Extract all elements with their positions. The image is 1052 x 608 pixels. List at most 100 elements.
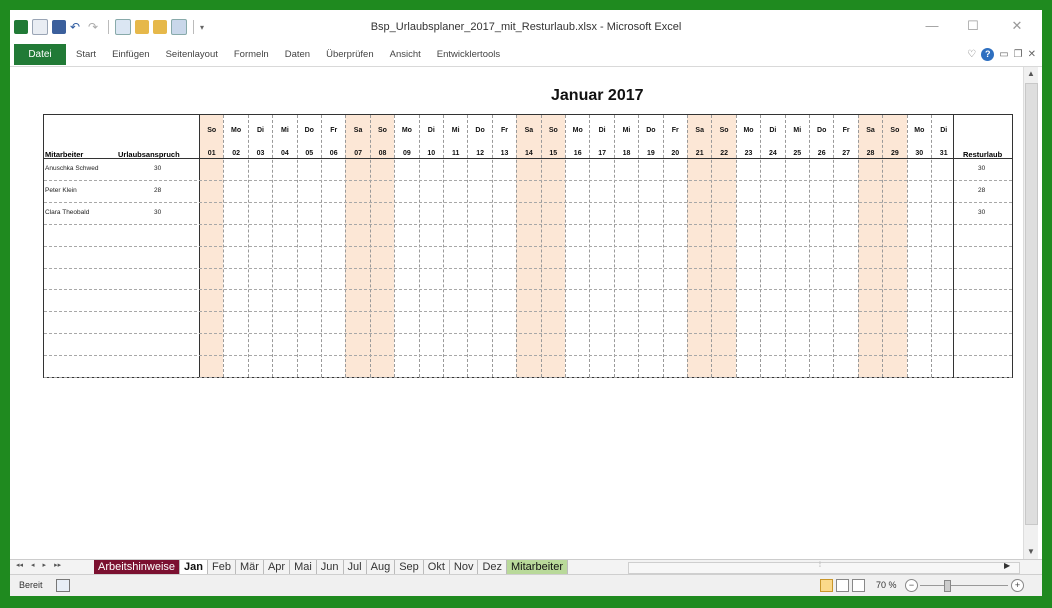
view-buttons [820,579,865,592]
weekday-label: Sa [695,127,704,134]
row-divider [44,223,1012,225]
employee-entitlement[interactable]: 30 [154,209,161,216]
zoom-slider-thumb[interactable] [944,580,951,592]
weekday-label: So [719,127,729,134]
row-divider [44,311,1012,313]
excel-window: ↶ ↷ ▾ Bsp_Urlaubsplaner_2017_mit_Resturl… [10,10,1042,596]
file-tab[interactable]: Datei [14,44,66,65]
row-divider [44,377,1012,378]
sheet-tab[interactable]: Jan [180,560,209,574]
sheet-tab[interactable]: Aug [366,560,396,574]
weekday-label: Fr [671,127,679,134]
sheet-nav-arrow-icon[interactable]: ◂ [31,561,35,569]
employee-name[interactable]: Anuschka Schwed [45,165,98,172]
page-break-view-button[interactable] [852,579,865,592]
weekday-label: Fr [500,127,508,134]
weekday-label: Fr [330,127,338,134]
zoom-slider[interactable] [920,585,1008,586]
sheet-tab[interactable]: Apr [263,560,291,574]
weekday-label: Di [769,127,777,134]
zoom-out-button[interactable]: − [905,579,918,592]
page-layout-view-button[interactable] [836,579,849,592]
day-number: 12 [476,150,484,157]
help-icon[interactable]: ? [981,48,995,61]
weekday-label: Do [475,127,485,134]
scroll-thumb[interactable] [1025,83,1038,525]
worksheet[interactable]: Januar 2017 Mitarbeiter Urlaubsanspruch … [14,67,1020,559]
sheet-tab[interactable]: Mitarbeiter [507,560,568,574]
sheet-tab[interactable]: Mär [235,560,264,574]
sheet-tab[interactable]: Jun [316,560,344,574]
sheet-tab[interactable]: Jul [343,560,367,574]
sheet-tabs-bar: ◂◂ ◂ ▸ ▸▸ Arbeitshinweise Jan Feb Mär Apr Mai Jun… [10,559,1042,574]
day-number: 03 [256,150,265,157]
ribbon-tab-2[interactable]: Seitenlayout [166,44,218,65]
day-number: 09 [402,150,411,157]
day-number: 31 [939,150,948,157]
workbook-close-icon[interactable]: ✕ [1028,49,1036,60]
weekday-label: Fr [842,127,850,134]
macro-record-icon[interactable] [56,579,70,592]
ribbon-tab-4[interactable]: Daten [285,44,310,65]
ribbon-tab-1[interactable]: Einfügen [112,44,150,65]
sheet-tab[interactable]: Feb [208,560,236,574]
scroll-right-icon[interactable]: ▶ [1004,561,1010,570]
zoom-level[interactable]: 70 % [876,580,897,590]
zoom-in-button[interactable]: + [1011,579,1024,592]
month-title: Januar 2017 [551,87,644,104]
ribbon-tabs: Datei Start Einfügen Seitenlayout Formeln Da… [10,44,1042,67]
day-number: 20 [671,150,680,157]
employee-rest[interactable]: 30 [978,209,985,216]
normal-view-button[interactable] [820,579,833,592]
sheet-tab[interactable]: Arbeitshinweise [94,560,181,574]
row-divider [44,289,1012,291]
employee-entitlement[interactable]: 30 [154,165,161,172]
sheet-tab[interactable]: Mai [290,560,317,574]
minimize-ribbon-icon[interactable]: ♡ [967,49,976,60]
sheet-nav-arrow-icon[interactable]: ▸▸ [54,561,61,569]
vacation-grid[interactable]: Mitarbeiter Urlaubsanspruch Resturlaub S… [43,114,1013,378]
day-number: 24 [768,150,777,157]
ribbon-tab-6[interactable]: Ansicht [390,44,421,65]
sheet-tab[interactable]: Sep [395,560,424,574]
sheet-nav-arrow-icon[interactable]: ▸ [43,561,47,569]
sheet-nav-buttons: ◂◂ ◂ ▸ ▸▸ [16,561,61,569]
weekday-label: Di [256,127,264,134]
workbook-minimize-icon[interactable]: ▭ [999,49,1008,60]
window-title: Bsp_Urlaubsplaner_2017_mit_Resturlaub.xl… [370,21,682,33]
day-number: 22 [720,150,728,157]
minimize-button[interactable]: — [922,18,942,33]
employee-name[interactable]: Clara Theobald [45,209,89,216]
weekday-label: Mo [401,127,412,134]
ribbon-tab-5[interactable]: Überprüfen [326,44,374,65]
close-button[interactable]: ✕ [1007,18,1027,34]
ribbon-tab-3[interactable]: Formeln [234,44,269,65]
status-bar: Bereit 70 % − + [10,574,1042,596]
sheet-tab[interactable]: Dez [478,560,508,574]
ribbon-tab-7[interactable]: Entwicklertools [437,44,500,65]
status-ready: Bereit [19,580,43,590]
employee-rest[interactable]: 28 [978,187,985,194]
sheet-nav-arrow-icon[interactable]: ◂◂ [16,561,23,569]
scroll-up-icon[interactable]: ▲ [1026,69,1036,79]
employee-name[interactable]: Peter Klein [45,187,77,194]
workbook-restore-icon[interactable]: ❐ [1014,49,1023,60]
vertical-scrollbar[interactable]: ▲ ▼ [1023,67,1038,559]
sheet-tab[interactable]: Okt [423,560,450,574]
weekday-label: So [378,127,387,134]
day-number: 19 [646,150,655,157]
day-number: 10 [427,150,436,157]
weekday-label: Mi [280,127,289,134]
row-divider [44,355,1012,357]
scroll-down-icon[interactable]: ▼ [1026,547,1036,557]
day-number: 04 [280,150,289,157]
day-number: 29 [890,150,899,157]
maximize-button[interactable]: ☐ [963,18,983,34]
horizontal-scrollbar[interactable]: ⁞ [628,562,1020,574]
ribbon-tab-0[interactable]: Start [76,44,96,65]
employee-entitlement[interactable]: 28 [154,187,161,194]
row-divider [44,267,1012,269]
day-number: 14 [524,150,533,157]
sheet-tab[interactable]: Nov [449,560,479,574]
employee-rest[interactable]: 30 [978,165,985,172]
